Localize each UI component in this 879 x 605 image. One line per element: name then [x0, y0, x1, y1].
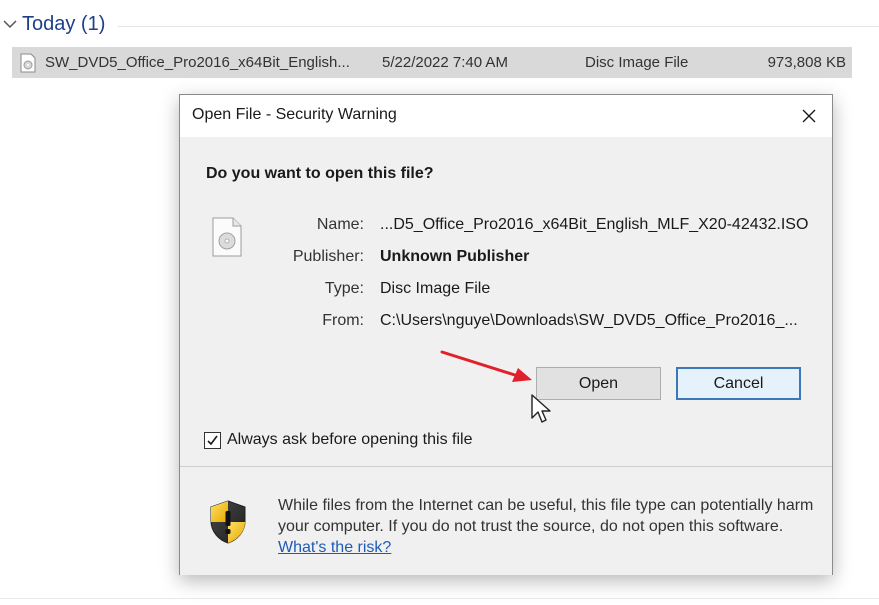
dialog-title: Open File - Security Warning	[192, 106, 397, 123]
file-size: 973,808 KB	[767, 54, 846, 71]
disc-file-icon	[20, 53, 36, 73]
always-ask-checkbox[interactable]	[204, 431, 221, 449]
checkmark-icon	[207, 435, 218, 445]
whats-the-risk-link[interactable]: What's the risk?	[278, 539, 391, 556]
always-ask-checkbox-row[interactable]: Always ask before opening this file	[204, 431, 472, 449]
from-value: C:\Users\nguye\Downloads\SW_DVD5_Office_…	[380, 312, 798, 329]
open-button[interactable]: Open	[536, 367, 661, 400]
close-icon[interactable]	[801, 108, 817, 124]
dialog-question: Do you want to open this file?	[206, 165, 434, 182]
group-header-today[interactable]: Today (1)	[0, 10, 879, 40]
dialog-titlebar[interactable]: Open File - Security Warning	[180, 95, 832, 137]
warning-text: While files from the Internet can be use…	[278, 497, 814, 535]
file-row[interactable]: SW_DVD5_Office_Pro2016_x64Bit_English...…	[12, 47, 852, 78]
name-label: Name:	[316, 216, 364, 233]
close-button[interactable]	[786, 95, 832, 137]
cancel-button[interactable]: Cancel	[676, 367, 801, 400]
group-divider	[118, 26, 879, 27]
type-value: Disc Image File	[380, 280, 491, 297]
from-label: From:	[322, 312, 364, 329]
publisher-label: Publisher:	[292, 248, 364, 265]
name-value: ...D5_Office_Pro2016_x64Bit_English_MLF_…	[380, 216, 809, 233]
group-title: Today (1)	[22, 13, 106, 35]
bottom-divider	[0, 598, 879, 599]
file-type: Disc Image File	[585, 54, 689, 71]
chevron-down-icon[interactable]	[2, 18, 18, 30]
always-ask-label: Always ask before opening this file	[227, 431, 473, 448]
file-date: 5/22/2022 7:40 AM	[382, 54, 508, 71]
security-warning-dialog: Open File - Security Warning Do you want…	[179, 94, 833, 575]
publisher-value: Unknown Publisher	[380, 248, 530, 265]
warning-footer: While files from the Internet can be use…	[180, 467, 832, 575]
shield-warning-icon	[210, 500, 246, 544]
file-name: SW_DVD5_Office_Pro2016_x64Bit_English...	[45, 54, 350, 71]
type-label: Type:	[324, 280, 364, 297]
warning-message: While files from the Internet can be use…	[278, 495, 818, 558]
